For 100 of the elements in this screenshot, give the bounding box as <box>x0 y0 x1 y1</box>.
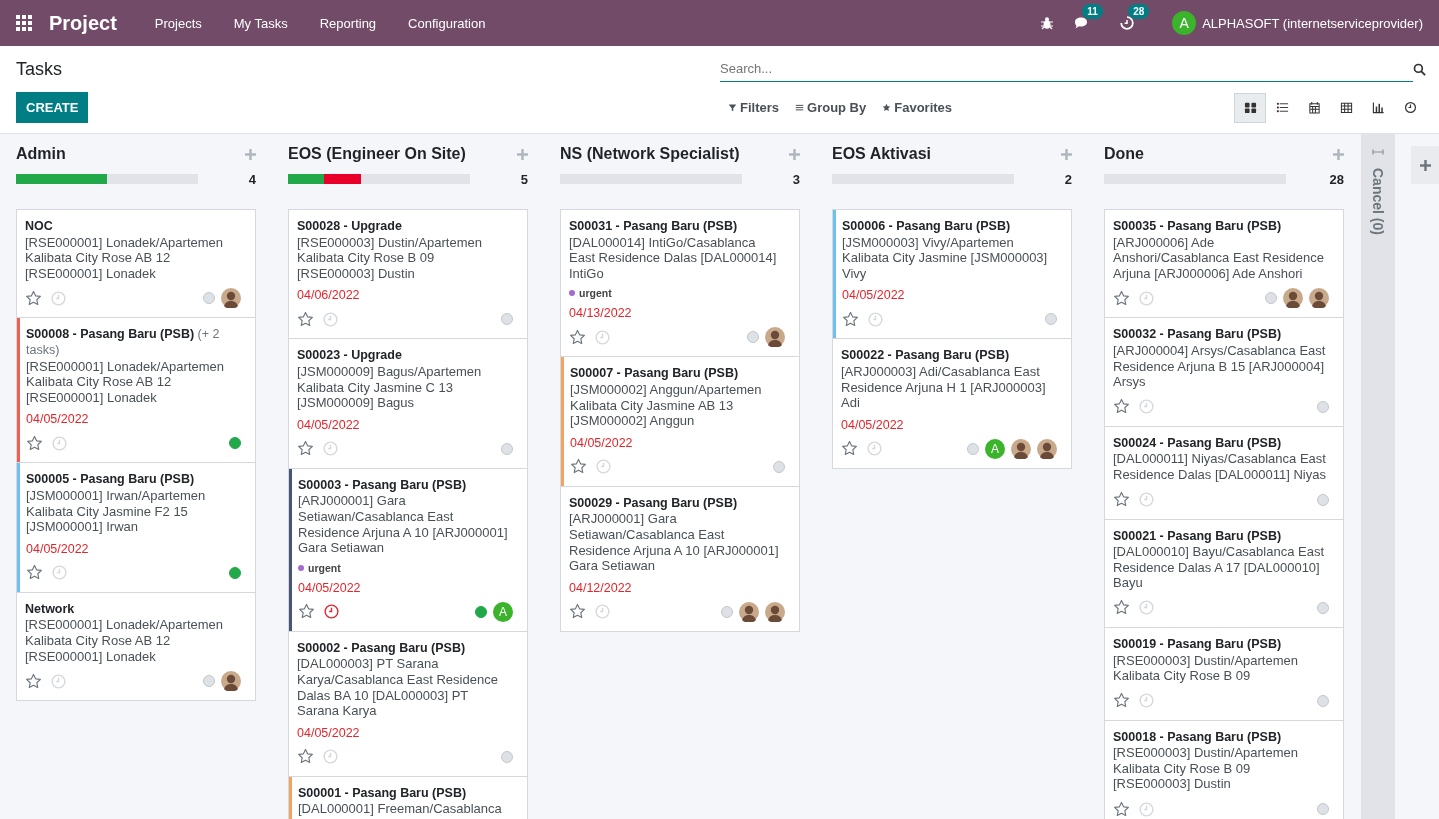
star-icon[interactable] <box>297 440 314 458</box>
avatar[interactable] <box>1283 288 1303 309</box>
avatar[interactable] <box>1309 288 1329 309</box>
add-column-button[interactable] <box>1411 146 1439 184</box>
task-card[interactable]: S00028 - Upgrade [RSE000003] Dustin/Apartemen Kalibata City Rose B 09 [RSE000003] Dustin 04/06/2022 <box>288 209 528 340</box>
activity-icon[interactable] <box>1120 16 1135 30</box>
avatar[interactable] <box>1011 438 1031 459</box>
task-card[interactable]: S00023 - Upgrade [JSM000009] Bagus/Apartemen Kalibata City Jasmine C 13 [JSM000009] Bagus 04/05/2022 <box>288 338 528 469</box>
star-icon[interactable] <box>1113 289 1130 307</box>
status-dot[interactable] <box>967 442 979 455</box>
menu-item[interactable]: Projects <box>138 15 218 31</box>
task-card[interactable]: S00021 - Pasang Baru (PSB) [DAL000010] Bayu/Casablanca East Residence Dalas A 17 [DAL000010] Bayu <box>1104 518 1344 628</box>
star-icon[interactable] <box>25 289 42 307</box>
avatar[interactable] <box>221 288 241 309</box>
kanban-view-icon[interactable] <box>1234 92 1266 123</box>
filter-dropdown[interactable]: Filters <box>720 96 787 119</box>
create-button[interactable]: CREATE <box>16 92 89 123</box>
avatar[interactable] <box>1037 438 1057 459</box>
star-icon[interactable] <box>1113 800 1130 818</box>
task-card[interactable]: S00005 - Pasang Baru (PSB) [JSM000001] Irwan/Apartemen Kalibata City Jasmine F2 15 [JSM000001] Irwan 04/05/2022 <box>16 462 256 593</box>
star-icon[interactable] <box>842 310 859 328</box>
task-card[interactable]: S00003 - Pasang Baru (PSB) [ARJ000001] Gara Setiawan/Casablanca East Residence Arjuna A 10 [ARJ000001] Gara Setiawan urgent 04/05/2022 A <box>288 467 528 632</box>
filter-dropdown[interactable]: Favorites <box>874 96 961 119</box>
menu-item[interactable]: Reporting <box>303 15 393 31</box>
star-icon[interactable] <box>298 603 315 621</box>
status-dot[interactable] <box>773 460 785 473</box>
task-card[interactable]: S00024 - Pasang Baru (PSB) [DAL000011] Niyas/Casablanca East Residence Dalas [DAL000011] Niyas <box>1104 425 1344 520</box>
task-card[interactable]: S00022 - Pasang Baru (PSB) [ARJ000003] Adi/Casablanca East Residence Arjuna H 1 [ARJ000003] Adi 04/05/2022 A <box>832 338 1072 469</box>
progress-fill[interactable] <box>288 174 325 184</box>
status-dot[interactable] <box>1317 803 1329 816</box>
status-dot[interactable] <box>475 605 487 618</box>
star-icon[interactable] <box>26 564 43 582</box>
task-card[interactable]: S00018 - Pasang Baru (PSB) [RSE000003] Dustin/Apartemen Kalibata City Rose B 09 [RSE000003] Dustin <box>1104 719 1344 819</box>
task-card[interactable]: S00006 - Pasang Baru (PSB) [JSM000003] Vivy/Apartemen Kalibata City Jasmine [JSM000003] Vivy 04/05/2022 <box>832 209 1072 340</box>
status-dot[interactable] <box>203 292 215 305</box>
task-card[interactable]: NOC [RSE000001] Lonadek/Apartemen Kalibata City Rose AB 12 [RSE000001] Lonadek <box>16 209 256 319</box>
task-card[interactable]: S00008 - Pasang Baru (PSB) (+ 2 tasks) [RSE000001] Lonadek/Apartemen Kalibata City Rose AB 12 [RSE000001] Lonadek 04/05/2022 <box>16 317 256 464</box>
star-icon[interactable] <box>569 603 586 621</box>
status-dot[interactable] <box>501 750 513 763</box>
task-card[interactable]: Network [RSE000001] Lonadek/Apartemen Kalibata City Rose AB 12 [RSE000001] Lonadek <box>16 591 256 702</box>
status-dot[interactable] <box>501 313 513 326</box>
task-description: [JSM000001] Irwan/Apartemen Kalibata City Jasmine F2 15 [JSM000001] Irwan <box>26 487 207 535</box>
task-card[interactable]: S00002 - Pasang Baru (PSB) [DAL000003] PT Sarana Karya/Casablanca East Residence Dalas BA 10 [DAL000003] PT Sarana Karya 04/05/2022 <box>288 630 528 777</box>
folded-column[interactable]: Cancel (0) <box>1361 134 1395 819</box>
status-dot[interactable] <box>747 331 759 344</box>
status-dot[interactable] <box>501 442 513 455</box>
status-dot[interactable] <box>1317 493 1329 506</box>
status-dot[interactable] <box>721 605 733 618</box>
status-dot[interactable] <box>1317 601 1329 614</box>
deadline-date: 04/05/2022 <box>297 417 361 432</box>
status-dot[interactable] <box>229 437 241 450</box>
avatar[interactable] <box>221 671 241 692</box>
avatar[interactable] <box>739 601 759 622</box>
search-icon[interactable] <box>1413 62 1426 76</box>
task-card[interactable]: S00029 - Pasang Baru (PSB) [ARJ000001] Gara Setiawan/Casablanca East Residence Arjuna A 10 [ARJ000001] Gara Setiawan 04/12/2022 <box>560 485 800 632</box>
star-icon[interactable] <box>841 440 858 458</box>
user-name[interactable]: ALPHASOFT (internetserviceprovider) <box>1202 15 1423 31</box>
star-icon[interactable] <box>297 748 314 766</box>
star-icon[interactable] <box>1113 398 1130 416</box>
plus-icon[interactable] <box>245 148 256 160</box>
task-card[interactable]: S00032 - Pasang Baru (PSB) [ARJ000004] Arsys/Casablanca East Residence Arjuna B 15 [ARJ000004] Arsys <box>1104 317 1344 427</box>
plus-icon[interactable] <box>517 148 528 160</box>
plus-icon[interactable] <box>789 148 800 160</box>
task-description: [RSE000001] Lonadek/Apartemen Kalibata City Rose AB 12 [RSE000001] Lonadek <box>25 234 225 282</box>
filter-dropdown[interactable]: Group By <box>787 96 875 119</box>
search-field[interactable]: Search... <box>720 56 1413 82</box>
status-dot[interactable] <box>1317 400 1329 413</box>
clock-icon[interactable] <box>324 604 339 620</box>
task-card[interactable]: S00031 - Pasang Baru (PSB) [DAL000014] IntiGo/Casablanca East Residence Dalas [DAL000014] IntiGo urgent 04/13/2022 <box>560 209 800 358</box>
progress-bar[interactable] <box>16 174 198 184</box>
star-icon[interactable] <box>570 458 587 476</box>
apps-menu-icon[interactable] <box>14 13 34 33</box>
expand-icon[interactable] <box>1372 148 1384 156</box>
task-card[interactable]: S00019 - Pasang Baru (PSB) [RSE000003] Dustin/Apartemen Kalibata City Rose B 09 <box>1104 626 1344 721</box>
avatar[interactable] <box>765 601 785 622</box>
status-dot[interactable] <box>1045 313 1057 326</box>
bug-icon[interactable] <box>1040 16 1055 30</box>
star-icon[interactable] <box>26 434 43 452</box>
star-icon[interactable] <box>297 310 314 328</box>
plus-icon[interactable] <box>1061 148 1072 160</box>
star-icon[interactable] <box>569 328 586 346</box>
notification-badge: 28 <box>1128 4 1150 19</box>
chat-icon[interactable] <box>1074 16 1089 30</box>
avatar[interactable] <box>765 327 785 348</box>
star-icon[interactable] <box>1113 491 1130 509</box>
status-dot[interactable] <box>1265 292 1277 305</box>
star-icon[interactable] <box>1113 692 1130 710</box>
status-dot[interactable] <box>1317 694 1329 707</box>
progress-bar[interactable] <box>288 174 470 184</box>
menu-item[interactable]: My Tasks <box>217 15 304 31</box>
menu-item[interactable]: Configuration <box>392 15 502 31</box>
status-dot[interactable] <box>229 566 241 579</box>
task-card[interactable]: S00035 - Pasang Baru (PSB) [ARJ000006] Ade Anshori/Casablanca East Residence Arjuna [ARJ000006] Ade Anshori <box>1104 209 1344 319</box>
star-icon[interactable] <box>1113 599 1130 617</box>
app-name[interactable]: Project <box>49 11 117 35</box>
task-card[interactable]: S00001 - Pasang Baru (PSB) [DAL000001] Freeman/Casablanca <box>288 775 528 819</box>
task-card[interactable]: S00007 - Pasang Baru (PSB) [JSM000002] Anggun/Apartemen Kalibata City Jasmine AB 13 [JSM000002] Anggun 04/05/2022 <box>560 356 800 487</box>
plus-icon[interactable] <box>1333 148 1344 160</box>
star-icon[interactable] <box>25 672 42 690</box>
status-dot[interactable] <box>203 675 215 688</box>
